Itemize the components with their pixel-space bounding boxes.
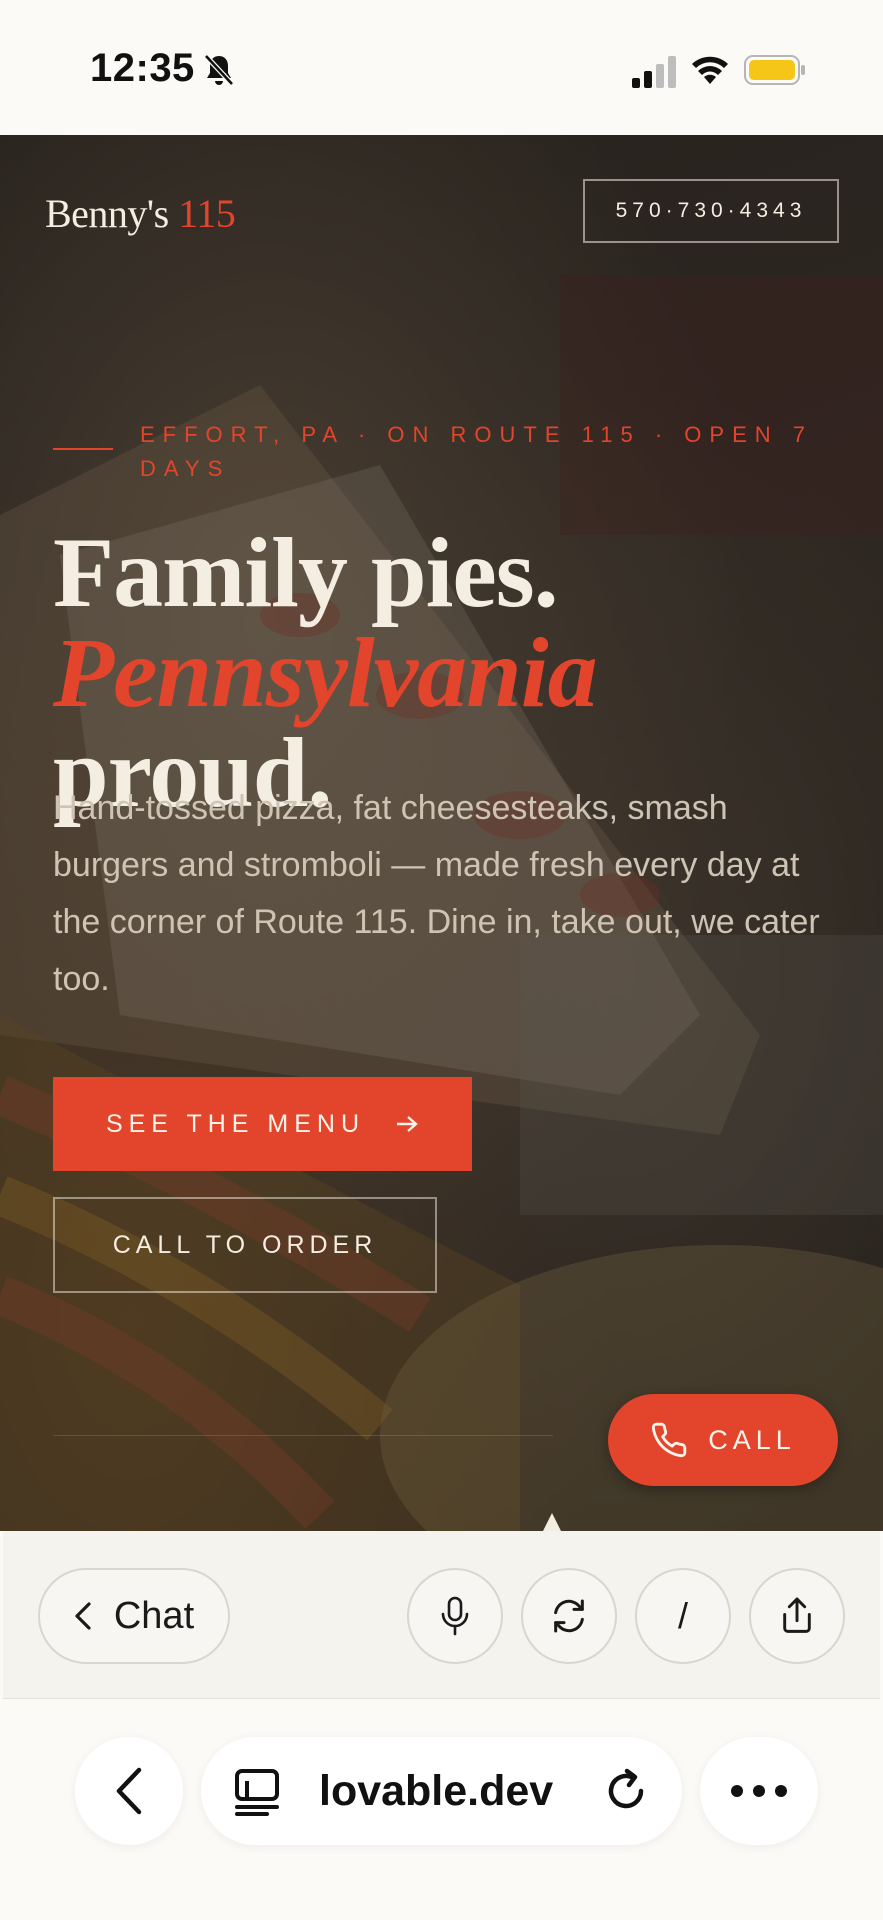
hero-headline: Family pies. Pennsylvania proud.	[53, 523, 873, 823]
hero-description: Hand-tossed pizza, fat cheesesteaks, sma…	[53, 789, 820, 998]
more-options-button[interactable]	[700, 1737, 818, 1845]
hero-section: Benny's 115 570·730·4343 EFFORT, PA · ON…	[0, 135, 883, 1531]
headline-line-1: Family pies.	[53, 517, 559, 628]
hero-divider	[53, 1435, 553, 1436]
tabs-icon	[235, 1769, 279, 1816]
battery-icon	[744, 55, 805, 85]
status-bar: 12:35	[0, 0, 883, 135]
logo-name: Benny's	[45, 191, 169, 236]
site-logo[interactable]: Benny's 115	[45, 190, 236, 237]
share-button[interactable]	[749, 1568, 845, 1664]
bell-slash-icon	[204, 54, 234, 86]
call-floating-button[interactable]: CALL	[608, 1394, 838, 1486]
microphone-button[interactable]	[407, 1568, 503, 1664]
logo-number: 115	[178, 191, 236, 236]
chevron-left-icon	[75, 1602, 91, 1630]
chat-label: Chat	[113, 1594, 195, 1637]
more-icon	[731, 1785, 787, 1797]
eyebrow-text: EFFORT, PA · ON ROUTE 115 · OPEN 7 DAYS	[140, 422, 813, 481]
refresh-icon	[554, 1599, 584, 1633]
path-button[interactable]: /	[635, 1568, 731, 1664]
chevron-left-icon	[116, 1767, 142, 1815]
arrow-right-icon	[397, 1116, 418, 1132]
preview-toolbar: Chat /	[3, 1531, 880, 1699]
see-menu-label: SEE THE MENU	[105, 1109, 366, 1138]
wifi-icon	[692, 56, 728, 84]
headline-accent: Pennsylvania	[53, 617, 598, 728]
address-bar[interactable]: lovable.dev	[201, 1737, 682, 1845]
browser-back-button[interactable]	[75, 1737, 183, 1845]
microphone-icon	[441, 1596, 469, 1636]
header-phone-button[interactable]: 570·730·4343	[583, 179, 839, 243]
refresh-preview-button[interactable]	[521, 1568, 617, 1664]
scroll-indicator-icon	[543, 1513, 561, 1531]
reload-icon[interactable]	[605, 1765, 651, 1817]
call-to-order-button[interactable]: CALL TO ORDER	[53, 1197, 437, 1293]
chat-button[interactable]: Chat	[38, 1568, 230, 1664]
share-icon	[783, 1597, 811, 1633]
url-text: lovable.dev	[319, 1767, 554, 1815]
browser-bar: lovable.dev	[0, 1700, 883, 1920]
see-menu-button[interactable]: SEE THE MENU	[53, 1077, 472, 1171]
call-fab-label: CALL	[708, 1424, 796, 1455]
status-time: 12:35	[90, 46, 195, 90]
signal-icon	[632, 56, 676, 88]
eyebrow-line	[53, 448, 113, 450]
phone-icon	[652, 1422, 687, 1458]
